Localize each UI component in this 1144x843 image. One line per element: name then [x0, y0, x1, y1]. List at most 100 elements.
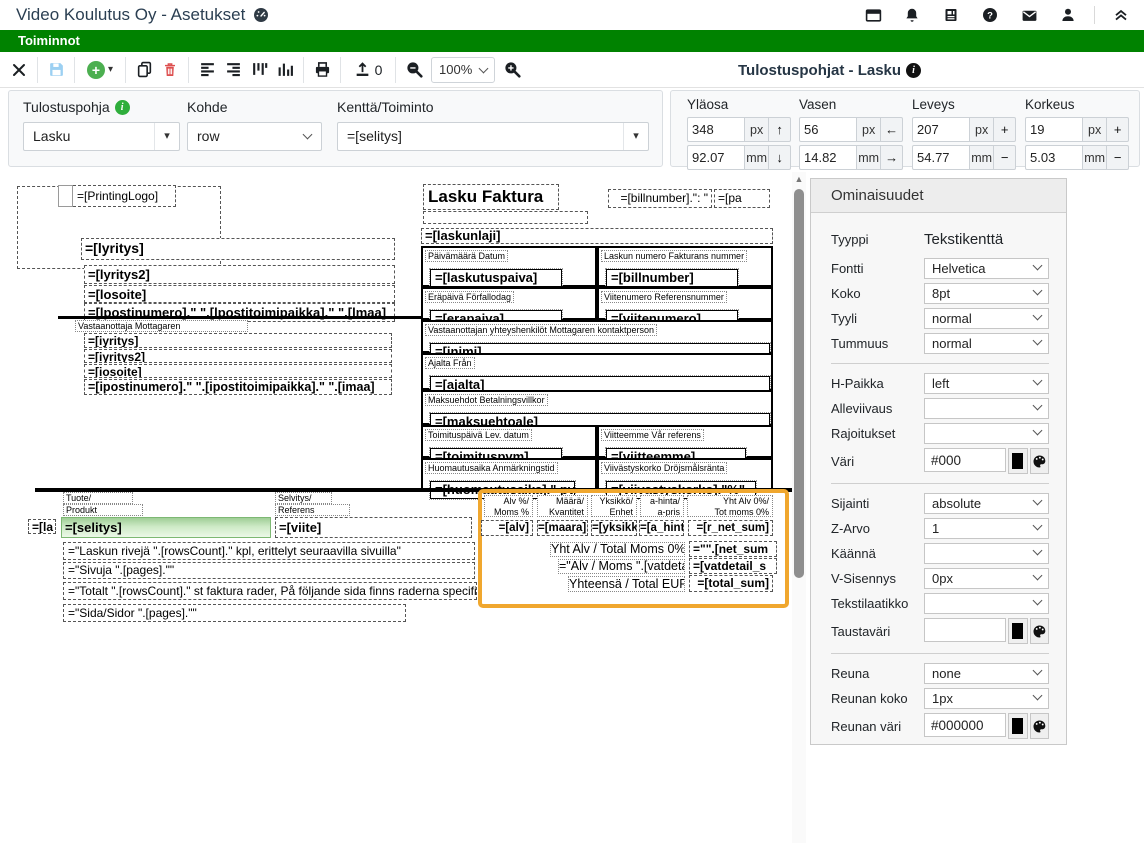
font-select[interactable]: Helvetica — [924, 258, 1049, 279]
cell-terms[interactable]: Maksuehdot Betalningsvillkor =[maksuehto… — [421, 390, 773, 425]
align-bottom-button[interactable] — [272, 56, 298, 84]
page-header-field[interactable]: =[billnumber].": " — [608, 189, 712, 208]
total-label-moms[interactable]: Yht Alv / Total Moms 0%: — [550, 542, 685, 557]
style-select[interactable]: normal — [924, 308, 1049, 329]
size-select[interactable]: 8pt — [924, 283, 1049, 304]
info-icon[interactable]: i — [906, 63, 921, 78]
amount-field-yksikko[interactable]: =[yksikko] — [591, 520, 637, 536]
note-field-4[interactable]: ="Sida/Sidor ".[pages]."" — [63, 604, 406, 622]
bgcolor-palette-button[interactable] — [1030, 618, 1050, 644]
top-px-input[interactable] — [687, 117, 745, 142]
vindent-select[interactable]: 0px — [924, 568, 1049, 589]
recipient-company2-field[interactable]: =[iyritys2] — [84, 349, 392, 363]
recipient-company-field[interactable]: =[iyritys] — [84, 333, 392, 348]
cell-our-ref-label[interactable]: Viitteemme Vår referens — [601, 429, 704, 441]
export-button[interactable]: 0 — [346, 56, 390, 84]
height-decrease-button[interactable]: − — [1107, 145, 1129, 170]
textbox-select[interactable] — [924, 593, 1049, 614]
recipient-address-field[interactable]: =[iosoite] — [84, 364, 392, 378]
move-left-button[interactable]: ← — [881, 117, 903, 142]
doc-subtitle-field[interactable] — [423, 211, 588, 224]
column-header-ref-1[interactable]: Selvitys/ — [275, 492, 332, 504]
total-label-vat[interactable]: ="Alv / Moms ".[vatdetail — [558, 559, 685, 574]
amount-header-yksikko[interactable]: Yksikkö/Enhet — [591, 495, 637, 517]
cell-reference[interactable]: Viitenumero Referensnummer =[viitenumero… — [597, 287, 773, 320]
position-select[interactable]: absolute — [924, 493, 1049, 514]
cell-contact-label[interactable]: Vastaanottajan yhteyshenkilöt Mottagaren… — [425, 324, 657, 336]
copy-button[interactable] — [131, 56, 157, 84]
move-down-button[interactable]: ↓ — [769, 145, 791, 170]
delete-button[interactable] — [157, 56, 183, 84]
canvas-scrollbar[interactable]: ▲ — [792, 172, 806, 843]
doc-title-field[interactable]: Lasku Faktura — [423, 184, 559, 210]
info-icon-green[interactable]: i — [115, 100, 130, 115]
clipped-row-field[interactable]: =[la — [28, 519, 56, 534]
amount-header-maara[interactable]: Määrä/Kvantitet — [537, 495, 588, 517]
top-mm-input[interactable] — [687, 145, 745, 170]
bgcolor-input[interactable] — [924, 618, 1006, 642]
column-header-ref-2[interactable]: Referens — [275, 504, 350, 516]
color-input[interactable] — [924, 448, 1006, 472]
halign-select[interactable]: left — [924, 373, 1049, 394]
cell-note-period[interactable]: Huomautusaika Anmärkningstid =[huomautus… — [421, 458, 597, 492]
cell-date-value[interactable]: =[laskutuspaiva] — [430, 269, 562, 287]
mail-icon[interactable] — [1016, 1, 1042, 29]
recipient-postal-field[interactable]: =[ipostinumero]." ".[ipostitoimipaikka].… — [84, 379, 392, 395]
total-label-eur[interactable]: Yhteensä / Total EUR: — [568, 576, 685, 592]
recipient-label[interactable]: Vastaanottaja Mottagaren — [75, 320, 248, 332]
width-decrease-button[interactable]: − — [994, 145, 1016, 170]
left-px-input[interactable] — [799, 117, 857, 142]
width-increase-button[interactable]: + — [994, 117, 1016, 142]
note-field-1[interactable]: ="Laskun rivejä ".[rowsCount]." kpl, eri… — [63, 542, 475, 560]
amount-header-total[interactable]: Yht Alv 0%/Tot moms 0% — [687, 495, 773, 517]
scrollbar-thumb[interactable] — [794, 189, 804, 578]
border-select[interactable]: none — [924, 663, 1049, 684]
target-select[interactable]: row — [187, 122, 322, 151]
column-header-product-2[interactable]: Produkt — [63, 504, 143, 516]
cell-due[interactable]: Eräpäivä Förfallodag =[erapaiva] — [421, 287, 597, 320]
sender-company-field[interactable]: =[lyritys] — [81, 238, 395, 260]
width-mm-input[interactable] — [912, 145, 970, 170]
left-mm-input[interactable] — [799, 145, 857, 170]
cell-late-interest-label[interactable]: Viivästyskorko Dröjsmålsränta — [601, 462, 727, 474]
border-color-swatch-button[interactable] — [1008, 713, 1028, 739]
amount-field-netsum[interactable]: =[r_net_sum] — [688, 520, 773, 536]
zoom-out-button[interactable] — [401, 56, 427, 84]
note-field-2[interactable]: ="Sivuja ".[pages]."" — [63, 562, 475, 579]
cell-period-label[interactable]: Ajalta Från — [425, 357, 475, 369]
cell-number-label[interactable]: Laskun numero Fakturans nummer — [601, 250, 747, 262]
move-right-button[interactable]: → — [881, 145, 903, 170]
cell-late-interest[interactable]: Viivästyskorko Dröjsmålsränta =[viivasty… — [597, 458, 773, 492]
cell-period[interactable]: Ajalta Från =[ajalta] — [421, 353, 773, 390]
amount-field-ahinta[interactable]: =[a_hinta] — [639, 520, 684, 536]
cell-note-period-label[interactable]: Huomautusaika Anmärkningstid — [425, 462, 558, 474]
height-increase-button[interactable]: + — [1107, 117, 1129, 142]
collapse-double-chevron-up-icon[interactable] — [1108, 1, 1134, 29]
cell-contact[interactable]: Vastaanottajan yhteyshenkilöt Mottagaren… — [421, 320, 773, 353]
cell-reference-label[interactable]: Viitenumero Referensnummer — [601, 291, 727, 303]
cell-delivery[interactable]: Toimituspäivä Lev. datum =[toimituspvm] — [421, 425, 597, 458]
field-select[interactable]: =[selitys] ▾ — [337, 122, 649, 151]
bgcolor-swatch-button[interactable] — [1008, 618, 1028, 644]
page-header-field-2[interactable]: =[pa — [714, 189, 770, 208]
help-icon[interactable]: ? — [977, 1, 1003, 29]
printing-logo-field[interactable]: =[PrintingLogo] — [58, 185, 176, 207]
align-left-button[interactable] — [194, 56, 220, 84]
total-value-eur[interactable]: =[total_sum] — [689, 575, 773, 592]
cell-delivery-label[interactable]: Toimituspäivä Lev. datum — [425, 429, 532, 441]
zoom-in-button[interactable] — [499, 56, 525, 84]
total-value-vat[interactable]: =[vatdetail_s — [689, 558, 777, 574]
underline-select[interactable] — [924, 398, 1049, 419]
column-header-product-1[interactable]: Tuote/ — [63, 492, 133, 504]
close-button[interactable] — [6, 56, 32, 84]
move-up-button[interactable]: ↑ — [769, 117, 791, 142]
sender-company2-field[interactable]: =[lyritys2] — [84, 265, 395, 284]
sender-address-field[interactable]: =[losoite] — [84, 285, 395, 303]
cell-our-ref[interactable]: Viitteemme Vår referens =[viitteemme] — [597, 425, 773, 458]
weight-select[interactable]: normal — [924, 333, 1049, 354]
border-color-input[interactable] — [924, 713, 1006, 737]
invoice-type-field[interactable]: =[laskunlaji] — [421, 228, 773, 244]
amount-field-alv[interactable]: =[alv] — [481, 520, 533, 536]
dashboard-icon[interactable] — [253, 7, 269, 23]
add-element-button[interactable]: + ▾ — [80, 56, 120, 84]
